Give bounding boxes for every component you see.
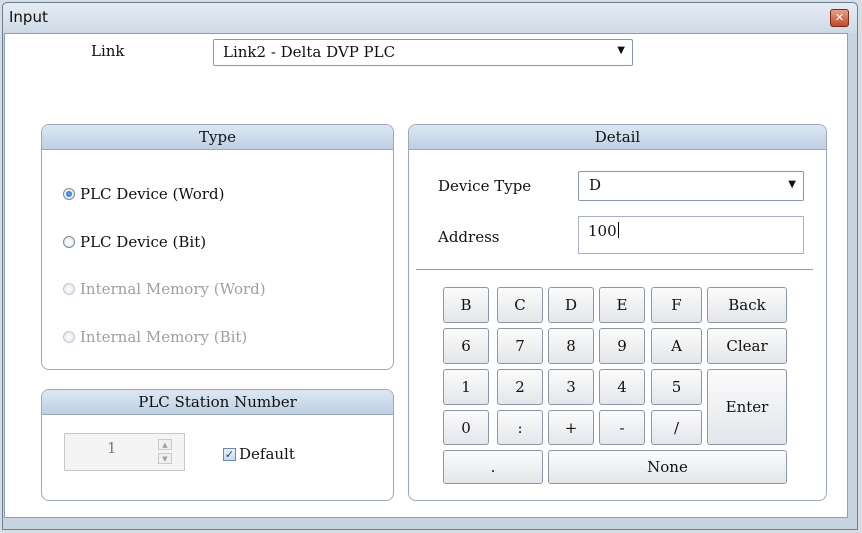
station-number-spinner[interactable]: 1 ▲ ▼ (64, 433, 185, 471)
radio-internal-memory-word: Internal Memory (Word) (63, 280, 266, 298)
key-enter[interactable]: Enter (707, 369, 787, 445)
type-group: Type PLC Device (Word) PLC Device (Bit) … (41, 124, 394, 370)
key-f[interactable]: F (651, 287, 702, 323)
key-e[interactable]: E (599, 287, 645, 323)
address-label: Address (438, 228, 500, 246)
key-minus[interactable]: - (599, 410, 645, 445)
key-7[interactable]: 7 (497, 328, 543, 364)
key-8[interactable]: 8 (548, 328, 594, 364)
key-5[interactable]: 5 (651, 369, 702, 405)
key-plus[interactable]: + (548, 410, 594, 445)
key-b[interactable]: B (443, 287, 489, 323)
key-1[interactable]: 1 (443, 369, 489, 405)
key-colon[interactable]: : (497, 410, 543, 445)
type-group-header: Type (42, 125, 393, 150)
station-group-header: PLC Station Number (42, 390, 393, 415)
key-0[interactable]: 0 (443, 410, 489, 445)
spin-down-icon[interactable]: ▼ (158, 453, 172, 464)
radio-icon (63, 283, 75, 295)
radio-label: PLC Device (Word) (80, 185, 225, 203)
device-type-select[interactable]: D ▼ (578, 171, 804, 201)
key-clear[interactable]: Clear (707, 328, 787, 364)
device-type-value: D (589, 176, 602, 194)
link-select[interactable]: Link2 - Delta DVP PLC ▼ (213, 39, 633, 66)
radio-plc-device-bit[interactable]: PLC Device (Bit) (63, 233, 206, 251)
radio-icon (63, 331, 75, 343)
checkbox-check-icon[interactable]: ✓ (223, 447, 236, 461)
detail-group-header: Detail (409, 125, 826, 150)
key-9[interactable]: 9 (599, 328, 645, 364)
key-2[interactable]: 2 (497, 369, 543, 405)
radio-label: PLC Device (Bit) (80, 233, 207, 251)
radio-icon[interactable] (63, 236, 75, 248)
radio-label: Internal Memory (Bit) (80, 328, 248, 346)
key-4[interactable]: 4 (599, 369, 645, 405)
radio-label: Internal Memory (Word) (80, 280, 266, 298)
key-slash[interactable]: / (651, 410, 702, 445)
key-c[interactable]: C (497, 287, 543, 323)
link-select-value: Link2 - Delta DVP PLC (223, 43, 396, 61)
chevron-down-icon: ▼ (617, 45, 625, 56)
spin-up-icon[interactable]: ▲ (158, 439, 172, 450)
device-type-label: Device Type (438, 177, 532, 195)
key-back[interactable]: Back (707, 287, 787, 323)
text-caret (617, 222, 619, 238)
close-icon[interactable]: ✕ (830, 9, 849, 27)
detail-separator (416, 269, 813, 270)
radio-internal-memory-bit: Internal Memory (Bit) (63, 328, 247, 346)
key-a[interactable]: A (651, 328, 702, 364)
default-checkbox[interactable]: ✓ Default (223, 445, 295, 463)
key-3[interactable]: 3 (548, 369, 594, 405)
title-bar[interactable]: Input ✕ (3, 3, 857, 33)
key-6[interactable]: 6 (443, 328, 489, 364)
key-dot[interactable]: . (443, 450, 543, 484)
station-number-value: 1 (107, 439, 117, 457)
key-none[interactable]: None (548, 450, 787, 484)
link-label: Link (91, 42, 125, 60)
address-value: 100 (588, 222, 617, 240)
radio-plc-device-word[interactable]: PLC Device (Word) (63, 185, 224, 203)
radio-icon[interactable] (63, 188, 75, 200)
address-input[interactable]: 100 (578, 216, 804, 254)
default-label: Default (239, 445, 295, 463)
key-d[interactable]: D (548, 287, 594, 323)
window-title: Input (9, 8, 48, 26)
chevron-down-icon: ▼ (788, 179, 796, 190)
